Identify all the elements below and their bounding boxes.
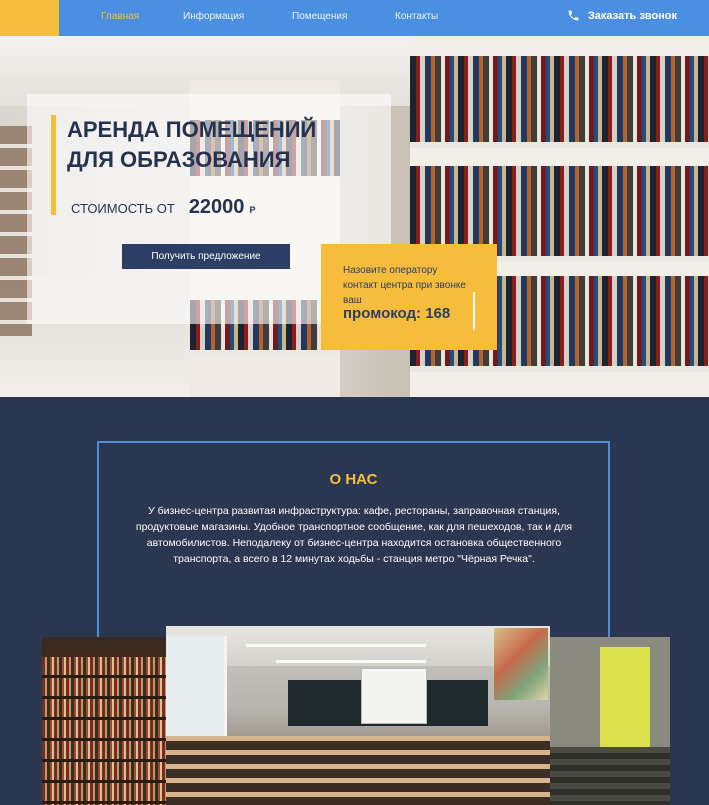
callback-label: Заказать звонок [587, 9, 677, 22]
nav-link-information[interactable]: Информация [183, 11, 244, 22]
wall-map [494, 628, 548, 700]
classroom-photo [166, 626, 550, 805]
library-bookshelves [42, 657, 166, 805]
bookshelf-row [410, 56, 709, 148]
projector-screen [361, 668, 427, 724]
auditorium-photo [550, 637, 670, 805]
promo-accent-bar [473, 292, 475, 330]
price-value: 22000 [188, 196, 245, 218]
title-accent-bar [51, 115, 56, 215]
logo[interactable] [0, 0, 59, 36]
yellow-panel [600, 647, 650, 747]
classroom-desks [166, 736, 550, 805]
about-title: О НАС [329, 471, 378, 488]
price-label: СТОИМОСТЬ ОТ [71, 201, 175, 216]
nav-link-contacts[interactable]: Контакты [395, 11, 438, 22]
auditorium-seats [550, 747, 670, 805]
library-photo [42, 637, 166, 805]
phone-icon [568, 10, 579, 21]
hero-title: АРЕНДА ПОМЕЩЕНИЙ ДЛЯ ОБРАЗОВАНИЯ [67, 117, 317, 172]
nav-link-home[interactable]: Главная [101, 11, 139, 22]
hero-section: АРЕНДА ПОМЕЩЕНИЙ ДЛЯ ОБРАЗОВАНИЯ СТОИМОС… [0, 36, 709, 397]
promo-box: Назовите оператору контакт центра при зв… [321, 244, 497, 350]
ceiling-light [276, 660, 426, 663]
promo-text: Назовите оператору контакт центра при зв… [343, 265, 466, 306]
price-line: СТОИМОСТЬ ОТ 22000 Р [71, 196, 255, 219]
get-offer-button[interactable]: Получить предложение [122, 244, 290, 269]
top-navigation: Главная Информация Помещения Контакты За… [0, 0, 709, 36]
ceiling-light [246, 644, 426, 647]
promo-code: промокод: 168 [343, 305, 451, 322]
nav-link-premises[interactable]: Помещения [292, 11, 347, 22]
about-text: У бизнес-центра развитая инфраструктура:… [135, 505, 573, 565]
price-currency: Р [249, 205, 256, 215]
callback-button[interactable]: Заказать звонок [567, 9, 677, 22]
